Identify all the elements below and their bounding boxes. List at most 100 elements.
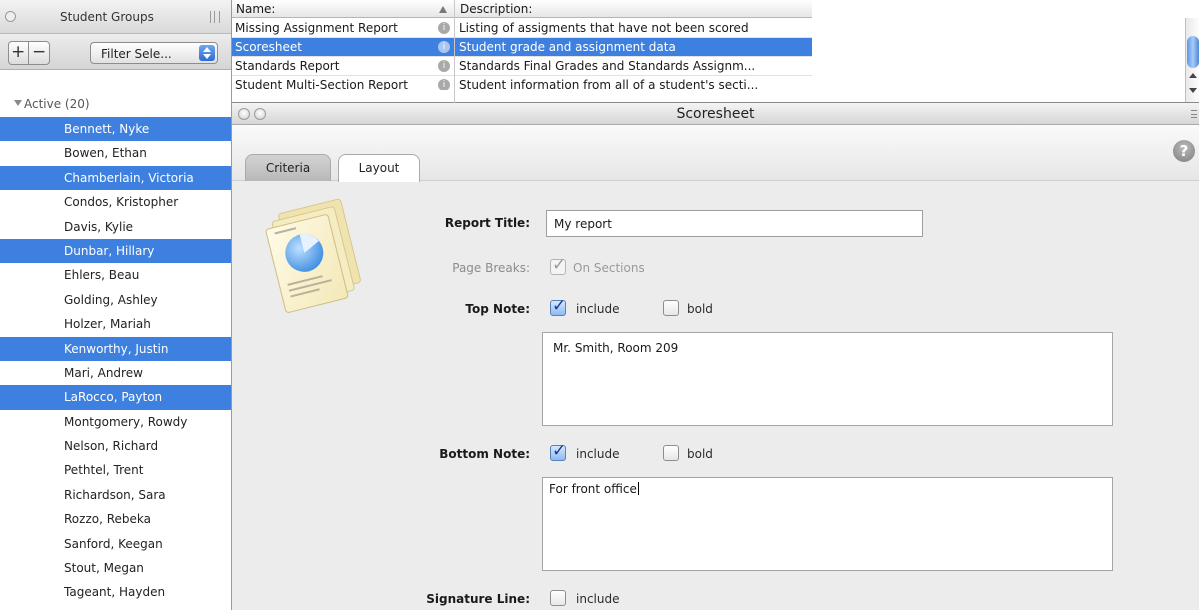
list-item-student[interactable]: Ehlers, Beau: [0, 263, 231, 287]
report-description: Student grade and assignment data: [459, 40, 676, 54]
report-title-input[interactable]: [546, 210, 923, 237]
bottom-note-textarea[interactable]: For front office: [542, 477, 1113, 571]
student-groups-sidebar: Student Groups + − Filter Sele... Active…: [0, 0, 232, 610]
list-item-student[interactable]: Holzer, Mariah: [0, 312, 231, 336]
list-item-student[interactable]: Bennett, Nyke: [0, 117, 231, 142]
list-item-student[interactable]: LaRocco, Payton: [0, 385, 231, 410]
page-breaks-option-label: On Sections: [573, 261, 645, 275]
info-icon[interactable]: i: [438, 41, 450, 53]
collapse-icon[interactable]: [5, 11, 16, 22]
student-name: Chamberlain, Victoria: [64, 170, 194, 185]
student-name: LaRocco, Payton: [64, 390, 163, 405]
student-name: Davis, Kylie: [64, 219, 134, 234]
list-item-student[interactable]: Golding, Ashley: [0, 288, 231, 312]
table-row[interactable]: Scoresheet i Student grade and assignment …: [232, 38, 812, 57]
list-item-student[interactable]: Nelson, Richard: [0, 434, 231, 458]
report-name: Student Multi-Section Report: [235, 78, 408, 90]
bottom-note-include-label: include: [576, 447, 620, 461]
info-icon[interactable]: i: [438, 60, 450, 72]
scrollbar-thumb[interactable]: [1187, 36, 1199, 68]
text-caret: [637, 482, 639, 495]
student-name: Pethtel, Trent: [64, 463, 144, 478]
tab-layout[interactable]: Layout: [338, 154, 420, 182]
scoresheet-panel: Scoresheet Criteria Layout ? Report Titl…: [232, 103, 1199, 610]
top-note-bold-checkbox[interactable]: [663, 300, 679, 316]
sidebar-header: Student Groups: [0, 0, 231, 34]
checkmark-icon: ✓: [552, 255, 567, 275]
student-name: Condos, Kristopher: [64, 195, 179, 210]
student-name: Golding, Ashley: [64, 292, 158, 307]
list-item-student[interactable]: Montgomery, Rowdy: [0, 410, 231, 434]
info-icon[interactable]: i: [438, 22, 450, 34]
student-name: Sanford, Keegan: [64, 536, 163, 551]
list-item-student[interactable]: Pethtel, Trent: [0, 458, 231, 482]
panel-title-bar: Scoresheet: [232, 103, 1199, 125]
list-item-student[interactable]: Chamberlain, Victoria: [0, 165, 231, 191]
report-description: Listing of assigments that have not been…: [459, 21, 749, 35]
info-icon[interactable]: i: [438, 79, 450, 90]
remove-group-button[interactable]: −: [32, 42, 46, 62]
list-item-student[interactable]: Bowen, Ethan: [0, 141, 231, 165]
report-document-icon: [265, 198, 361, 313]
student-name: Nelson, Richard: [64, 439, 159, 454]
add-group-button[interactable]: +: [11, 42, 25, 62]
page-breaks-label: Page Breaks:: [452, 261, 530, 275]
top-note-include-checkbox[interactable]: ✓: [550, 296, 566, 316]
reports-table: Name: Description: Missing Assignment Re…: [232, 0, 1199, 103]
list-item-student[interactable]: Condos, Kristopher: [0, 190, 231, 214]
list-item-student[interactable]: Stout, Megan: [0, 556, 231, 580]
column-divider: [454, 0, 455, 103]
table-row[interactable]: Missing Assignment Report i Listing of ass…: [232, 19, 812, 38]
sidebar-toolbar: + − Filter Sele...: [0, 34, 231, 70]
resize-grip-icon[interactable]: [210, 11, 220, 23]
top-note-include-label: include: [576, 302, 620, 316]
signature-line-include-checkbox[interactable]: [550, 590, 566, 606]
tabs-bar: Criteria Layout: [232, 125, 1199, 182]
top-note-label: Top Note:: [465, 302, 530, 316]
column-header-name[interactable]: Name:: [236, 2, 275, 16]
student-name: Mari, Andrew: [64, 365, 143, 380]
list-item-student[interactable]: Kenworthy, Justin: [0, 336, 231, 361]
student-name: Dunbar, Hillary: [64, 243, 155, 258]
scroll-up-icon[interactable]: [1189, 73, 1197, 78]
tab-criteria[interactable]: Criteria: [245, 154, 331, 181]
student-name: Rozzo, Rebeka: [64, 512, 151, 527]
checkmark-icon: ✓: [552, 441, 567, 461]
list-item-student[interactable]: Sanford, Keegan: [0, 532, 231, 556]
list-item-student[interactable]: Mari, Andrew: [0, 361, 231, 385]
column-header-description[interactable]: Description:: [460, 2, 532, 16]
report-name: Missing Assignment Report: [235, 21, 398, 35]
disclosure-triangle-icon[interactable]: [14, 100, 22, 106]
student-name: Bowen, Ethan: [64, 146, 147, 161]
group-active[interactable]: Active (20): [0, 93, 231, 115]
checkmark-icon: ✓: [552, 296, 567, 316]
table-row[interactable]: Student Multi-Section Report i Student inf…: [232, 76, 812, 90]
top-note-textarea[interactable]: Mr. Smith, Room 209: [542, 332, 1113, 426]
filter-select[interactable]: Filter Sele...: [90, 42, 218, 64]
student-name: Ehlers, Beau: [64, 268, 140, 283]
panel-menu-icon[interactable]: [1191, 110, 1197, 118]
top-note-bold-label: bold: [687, 302, 713, 316]
report-name: Scoresheet: [235, 40, 302, 54]
table-scrollbar[interactable]: [1185, 18, 1199, 102]
page-breaks-checkbox[interactable]: ✓: [550, 255, 566, 275]
panel-title: Scoresheet: [676, 106, 755, 122]
help-button[interactable]: ?: [1173, 140, 1195, 162]
top-note-text: Mr. Smith, Room 209: [553, 341, 679, 355]
list-item-student[interactable]: Tageant, Hayden: [0, 580, 231, 604]
list-item-student[interactable]: Rozzo, Rebeka: [0, 507, 231, 531]
student-name: Stout, Megan: [64, 561, 144, 576]
table-row[interactable]: Standards Report i Standards Final Grades …: [232, 57, 812, 76]
sidebar-title: Student Groups: [60, 10, 154, 24]
student-name: Tageant, Hayden: [64, 585, 166, 600]
list-item-student[interactable]: Davis, Kylie: [0, 215, 231, 239]
bottom-note-bold-label: bold: [687, 447, 713, 461]
report-name: Standards Report: [235, 59, 340, 73]
sort-ascending-icon[interactable]: [439, 6, 447, 13]
bottom-note-bold-checkbox[interactable]: [663, 445, 679, 461]
scroll-down-icon[interactable]: [1189, 88, 1197, 93]
list-item-student[interactable]: Dunbar, Hillary: [0, 238, 231, 264]
report-description: Student information from all of a studen…: [459, 78, 759, 90]
bottom-note-include-checkbox[interactable]: ✓: [550, 441, 566, 461]
list-item-student[interactable]: Richardson, Sara: [0, 483, 231, 507]
